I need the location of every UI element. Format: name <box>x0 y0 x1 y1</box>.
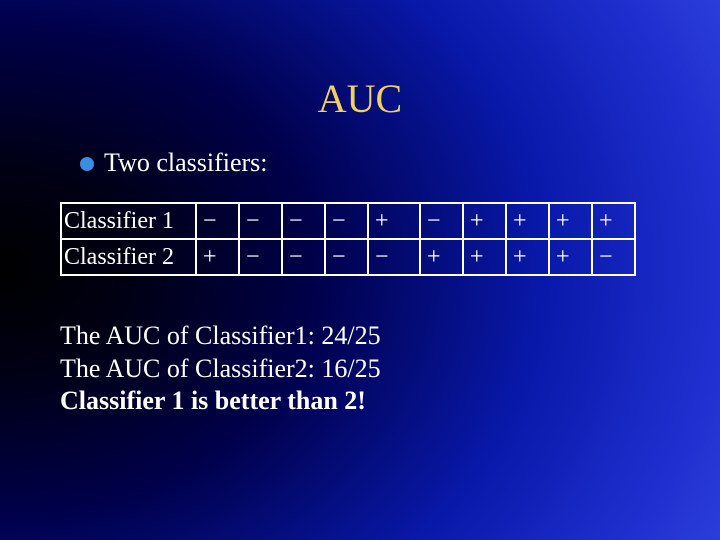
table-cell: + <box>368 203 420 239</box>
table-cell: + <box>549 203 592 239</box>
table-cell: + <box>506 239 549 275</box>
conclusion-line-3: Classifier 1 is better than 2! <box>60 385 381 418</box>
table-cell: − <box>325 203 368 239</box>
table-cell: + <box>463 239 506 275</box>
table-cell: + <box>196 239 239 275</box>
table-cell: + <box>592 203 635 239</box>
table-row: Classifier 2 + − − − − + + + + − <box>61 239 635 275</box>
table-cell: + <box>420 239 463 275</box>
table-cell: − <box>325 239 368 275</box>
table-cell: − <box>592 239 635 275</box>
table-cell: − <box>282 203 325 239</box>
table-cell: + <box>506 203 549 239</box>
bullet-icon <box>80 157 94 171</box>
table-cell: − <box>196 203 239 239</box>
conclusion-line-2: The AUC of Classifier2: 16/25 <box>60 353 381 386</box>
table-cell: − <box>368 239 420 275</box>
table-cell: − <box>282 239 325 275</box>
row-label: Classifier 1 <box>61 203 196 239</box>
conclusion-line-1: The AUC of Classifier1: 24/25 <box>60 320 381 353</box>
classifier-table: Classifier 1 − − − − + − + + + + Classif… <box>60 202 636 276</box>
conclusion-block: The AUC of Classifier1: 24/25 The AUC of… <box>60 320 381 418</box>
table-cell: − <box>420 203 463 239</box>
table-cell: − <box>239 203 282 239</box>
table-cell: − <box>239 239 282 275</box>
row-label: Classifier 2 <box>61 239 196 275</box>
table-cell: + <box>463 203 506 239</box>
subtitle-text: Two classifiers: <box>104 148 268 178</box>
table-cell: + <box>549 239 592 275</box>
table-row: Classifier 1 − − − − + − + + + + <box>61 203 635 239</box>
subtitle-row: Two classifiers: <box>80 148 268 178</box>
slide-title: AUC <box>0 75 720 122</box>
